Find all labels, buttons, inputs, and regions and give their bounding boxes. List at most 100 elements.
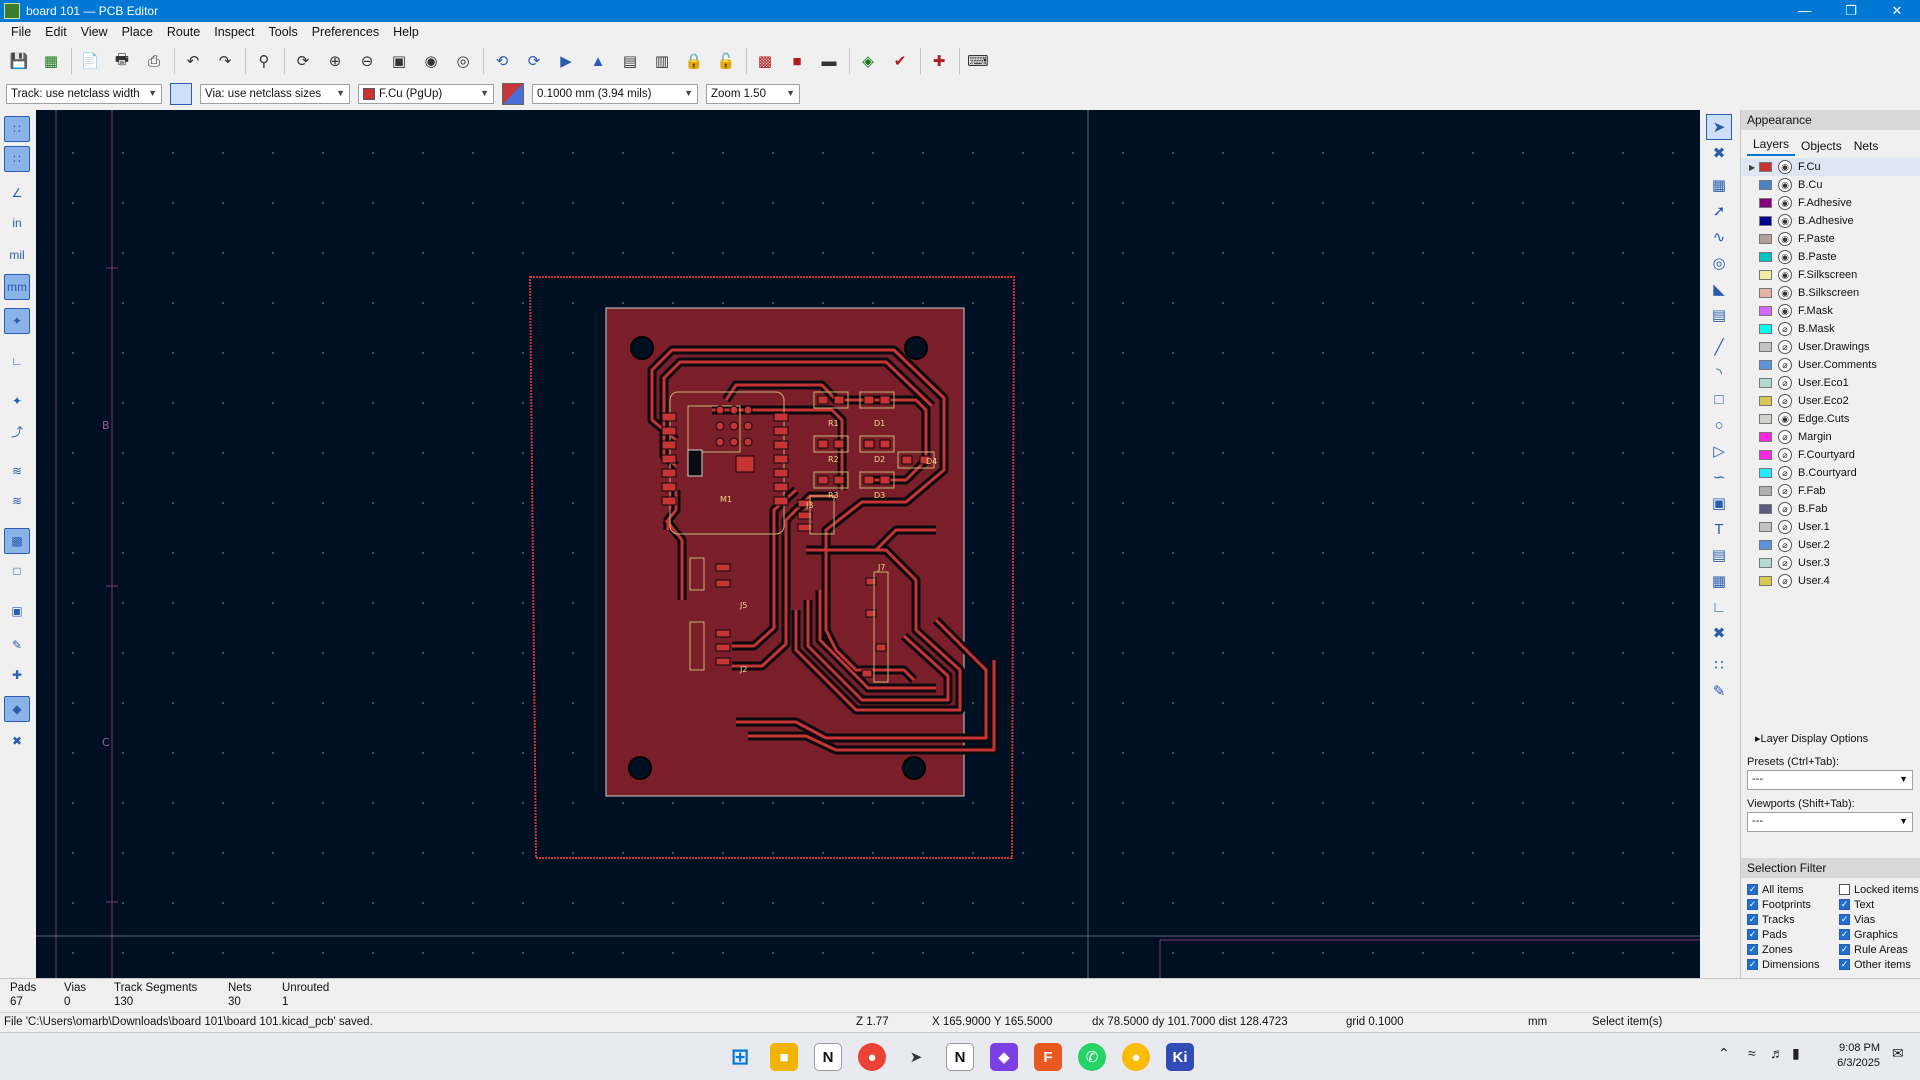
layer-row[interactable]: ◉ F.Silkscreen <box>1741 266 1920 284</box>
settings-tools-icon[interactable]: ✖ <box>4 728 30 754</box>
scripting-console-icon[interactable]: ⌨ <box>965 48 991 74</box>
menu-help[interactable]: Help <box>386 25 426 39</box>
zones-outline-icon[interactable]: □ <box>4 558 30 584</box>
ungroup-icon[interactable]: ▥ <box>649 48 675 74</box>
layer-color-swatch[interactable] <box>1759 270 1772 280</box>
layer-display-options-toggle[interactable]: ▸Layer Display Options <box>1741 730 1920 748</box>
presets-select[interactable]: --- ▼ <box>1747 770 1913 790</box>
add-text-icon[interactable]: T <box>1706 516 1732 542</box>
footprint-browser-icon[interactable]: ▬ <box>816 48 842 74</box>
layer-color-swatch[interactable] <box>1759 180 1772 190</box>
drc-icon[interactable]: ✔ <box>887 48 913 74</box>
add-footprint-icon[interactable]: ▦ <box>1706 172 1732 198</box>
eye-icon[interactable]: ◉ <box>1778 232 1792 246</box>
track-width-select[interactable]: Track: use netclass width ▼ <box>6 84 162 104</box>
board-setup-icon[interactable]: ▦ <box>38 48 64 74</box>
draw-polygon-icon[interactable]: ▷ <box>1706 438 1732 464</box>
layer-row[interactable]: ◉ F.Adhesive <box>1741 194 1920 212</box>
eye-hidden-icon[interactable]: ⌀ <box>1778 574 1792 588</box>
curved-ratsnest-icon[interactable]: ⤴ <box>4 418 30 444</box>
plot-icon[interactable]: ⎙ <box>141 48 167 74</box>
layer-color-swatch[interactable] <box>1759 216 1772 226</box>
layer-row[interactable]: ⌀ User.Comments <box>1741 356 1920 374</box>
layer-row[interactable]: ⌀ F.Courtyard <box>1741 446 1920 464</box>
chrome-profile-icon[interactable]: ● <box>1122 1043 1150 1071</box>
layer-row[interactable]: ⌀ Margin <box>1741 428 1920 446</box>
layer-row[interactable]: ⌀ B.Mask <box>1741 320 1920 338</box>
undo-icon[interactable]: ↶ <box>180 48 206 74</box>
filter-item[interactable]: ✓ Rule Areas <box>1839 942 1920 957</box>
layer-select[interactable]: F.Cu (PgUp) ▼ <box>358 84 494 104</box>
layer-color-swatch[interactable] <box>1759 252 1772 262</box>
eye-icon[interactable]: ◉ <box>1778 160 1792 174</box>
layer-row[interactable]: ⌀ B.Courtyard <box>1741 464 1920 482</box>
tab-nets[interactable]: Nets <box>1848 136 1885 156</box>
tracks-outline-icon[interactable]: ≋ <box>4 458 30 484</box>
telegram-icon[interactable]: ➤ <box>902 1043 930 1071</box>
restore-icon[interactable]: ❐ <box>1828 0 1874 22</box>
layer-pair-icon[interactable] <box>502 83 524 105</box>
add-image-icon[interactable]: ▣ <box>1706 490 1732 516</box>
add-table-icon[interactable]: ▦ <box>1706 568 1732 594</box>
checkbox-checked-icon[interactable]: ✓ <box>1747 899 1758 910</box>
eye-hidden-icon[interactable]: ⌀ <box>1778 502 1792 516</box>
layer-color-swatch[interactable] <box>1759 576 1772 586</box>
menu-edit[interactable]: Edit <box>38 25 74 39</box>
eye-icon[interactable]: ◉ <box>1778 214 1792 228</box>
draw-arc-icon[interactable]: ◝ <box>1706 360 1732 386</box>
layer-color-swatch[interactable] <box>1759 324 1772 334</box>
filter-item[interactable]: ✓ All items <box>1747 882 1839 897</box>
units-inch-button[interactable]: in <box>4 210 30 236</box>
tab-layers[interactable]: Layers <box>1747 134 1796 156</box>
layer-color-swatch[interactable] <box>1759 360 1772 370</box>
add-dimension-icon[interactable]: ∟ <box>1706 594 1732 620</box>
eye-hidden-icon[interactable]: ⌀ <box>1778 520 1792 534</box>
viewports-select[interactable]: --- ▼ <box>1747 812 1913 832</box>
eye-icon[interactable]: ◉ <box>1778 178 1792 192</box>
layer-color-swatch[interactable] <box>1759 288 1772 298</box>
menu-file[interactable]: File <box>4 25 38 39</box>
vias-outline-icon[interactable]: ≋ <box>4 488 30 514</box>
via-size-select[interactable]: Via: use netclass sizes ▼ <box>200 84 350 104</box>
menu-view[interactable]: View <box>74 25 115 39</box>
tab-objects[interactable]: Objects <box>1795 136 1848 156</box>
eye-hidden-icon[interactable]: ⌀ <box>1778 556 1792 570</box>
zoom-objects-icon[interactable]: ◉ <box>418 48 444 74</box>
file-explorer-icon[interactable]: ■ <box>770 1043 798 1071</box>
unlock-icon[interactable]: 🔓 <box>713 48 739 74</box>
grid-select[interactable]: 0.1000 mm (3.94 mils) ▼ <box>532 84 698 104</box>
zoom-out-icon[interactable]: ⊖ <box>354 48 380 74</box>
notification-bell-icon[interactable]: ✉ <box>1892 1045 1904 1062</box>
origin-icon[interactable]: ∟ <box>4 348 30 374</box>
draw-circle-icon[interactable]: ○ <box>1706 412 1732 438</box>
checkbox-checked-icon[interactable]: ✓ <box>1747 884 1758 895</box>
polar-coords-icon[interactable]: ∠ <box>4 180 30 206</box>
add-rule-area-icon[interactable]: ▤ <box>1706 302 1732 328</box>
layer-row[interactable]: ◉ B.Paste <box>1741 248 1920 266</box>
layer-color-swatch[interactable] <box>1759 414 1772 424</box>
units-mm-button[interactable]: mm <box>4 274 30 300</box>
tune-length-icon[interactable]: ∿ <box>1706 224 1732 250</box>
layer-row[interactable]: ◉ F.Paste <box>1741 230 1920 248</box>
eye-icon[interactable]: ◉ <box>1778 196 1792 210</box>
zoom-selection-icon[interactable]: ◎ <box>450 48 476 74</box>
lock-icon[interactable]: 🔒 <box>681 48 707 74</box>
eye-icon[interactable]: ◉ <box>1778 286 1792 300</box>
pcb-drawing[interactable]: B C R1 D1 R2 D2 R3 D3 M1 J5 J7 J2 J3 D4 <box>36 110 1700 978</box>
rotate-ccw-icon[interactable]: ⟲ <box>489 48 515 74</box>
filter-item[interactable]: Locked items <box>1839 882 1920 897</box>
update-pcb-icon[interactable]: ▩ <box>752 48 778 74</box>
eye-hidden-icon[interactable]: ⌀ <box>1778 340 1792 354</box>
checkbox-checked-icon[interactable]: ✓ <box>1747 914 1758 925</box>
volume-icon[interactable]: ♬ <box>1770 1045 1784 1061</box>
auto-track-width-icon[interactable] <box>170 83 192 105</box>
notion-icon[interactable]: N <box>814 1043 842 1071</box>
wifi-icon[interactable]: ≈ <box>1748 1045 1756 1061</box>
zoom-select[interactable]: Zoom 1.50 ▼ <box>706 84 800 104</box>
draw-line-icon[interactable]: ╱ <box>1706 334 1732 360</box>
redo-icon[interactable]: ↷ <box>212 48 238 74</box>
layer-row[interactable]: ⌀ User.Drawings <box>1741 338 1920 356</box>
layer-row[interactable]: ⌀ User.1 <box>1741 518 1920 536</box>
layer-row[interactable]: ⌀ B.Fab <box>1741 500 1920 518</box>
rotate-cw-icon[interactable]: ⟳ <box>521 48 547 74</box>
